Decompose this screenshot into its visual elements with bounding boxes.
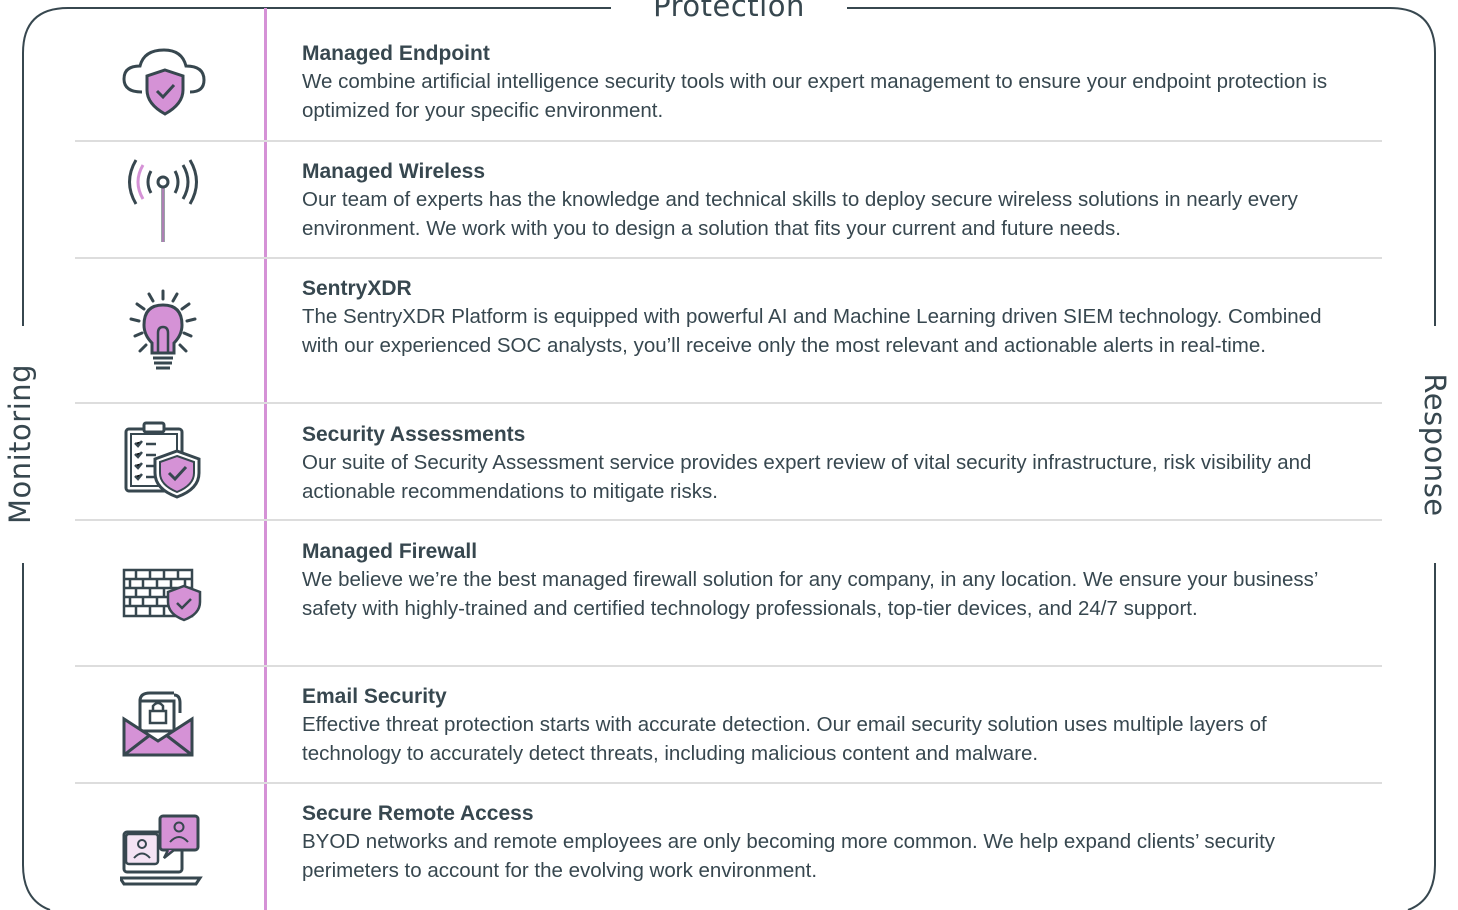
service-title: Managed Firewall — [302, 540, 478, 563]
cloud-shield-icon — [120, 42, 206, 118]
row-separator — [75, 519, 1382, 521]
firewall-shield-icon — [120, 566, 204, 622]
service-title: Email Security — [302, 685, 447, 708]
envelope-lock-icon — [120, 691, 204, 761]
service-description: We combine artificial intelligence secur… — [302, 70, 1328, 122]
clipboard-shield-icon — [120, 421, 204, 501]
service-row-managed-wireless: Managed Wireless Our team of experts has… — [75, 158, 1382, 258]
remote-access-icon — [120, 814, 204, 888]
service-row-secure-remote-access: Secure Remote Access BYOD networks and r… — [75, 800, 1382, 900]
row-separator — [75, 402, 1382, 404]
service-row-managed-endpoint: Managed Endpoint We combine artificial i… — [75, 40, 1382, 140]
service-row-managed-firewall: Managed Firewall We believe we’re the be… — [75, 538, 1382, 666]
frame-label-top: Protection — [653, 0, 805, 23]
frame-label-right: Response — [1418, 373, 1452, 517]
row-separator — [75, 140, 1382, 142]
service-title: Security Assessments — [302, 423, 526, 446]
row-separator — [75, 257, 1382, 259]
service-title: Managed Endpoint — [302, 42, 490, 65]
service-title: Secure Remote Access — [302, 802, 534, 825]
service-title: SentryXDR — [302, 277, 412, 300]
service-description: We believe we’re the best managed firewa… — [302, 568, 1318, 620]
service-row-sentryxdr: SentryXDR The SentryXDR Platform is equi… — [75, 275, 1382, 403]
service-row-security-assessments: Security Assessments Our suite of Securi… — [75, 421, 1382, 521]
service-description: BYOD networks and remote employees are o… — [302, 830, 1276, 882]
service-description: Our suite of Security Assessment service… — [302, 451, 1312, 503]
row-separator — [75, 782, 1382, 784]
lightbulb-icon — [120, 287, 204, 377]
service-description: The SentryXDR Platform is equipped with … — [302, 305, 1322, 357]
service-row-email-security: Email Security Effective threat protecti… — [75, 683, 1382, 783]
row-separator — [75, 665, 1382, 667]
service-description: Our team of experts has the knowledge an… — [302, 188, 1298, 240]
service-title: Managed Wireless — [302, 160, 486, 183]
frame-label-left: Monitoring — [3, 363, 37, 525]
wireless-antenna-icon — [120, 158, 204, 244]
service-description: Effective threat protection starts with … — [302, 713, 1267, 765]
